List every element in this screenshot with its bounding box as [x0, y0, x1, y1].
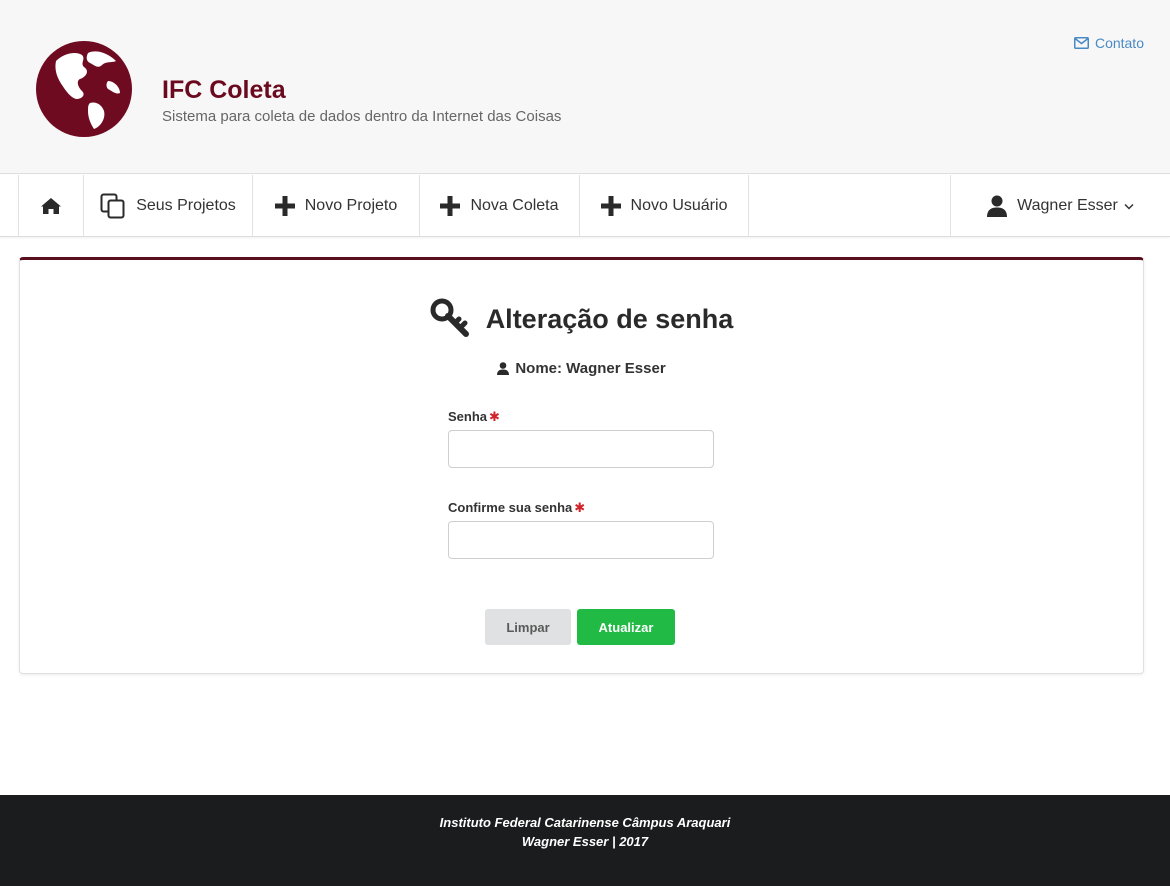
app-title: IFC Coleta: [162, 76, 286, 104]
globe-logo[interactable]: [36, 41, 132, 137]
password-input[interactable]: [448, 430, 714, 468]
copy-icon: [100, 193, 125, 219]
nav-label: Seus Projetos: [136, 197, 236, 214]
required-icon: ✱: [489, 409, 500, 424]
clear-button[interactable]: Limpar: [485, 609, 571, 645]
user-menu[interactable]: Wagner Esser: [950, 175, 1170, 237]
nav-nova-coleta[interactable]: Nova Coleta: [419, 175, 579, 237]
update-button[interactable]: Atualizar: [577, 609, 675, 645]
confirm-password-label: Confirme sua senha ✱: [448, 500, 585, 516]
main-nav: Seus Projetos Novo Projeto Nova Coleta N…: [0, 175, 1170, 237]
nav-label: Novo Usuário: [630, 197, 728, 214]
nav-home[interactable]: [18, 175, 83, 237]
plus-icon: [440, 196, 461, 216]
password-label-text: Senha: [448, 409, 488, 424]
site-footer: Instituto Federal Catarinense Câmpus Ara…: [0, 795, 1170, 886]
plus-icon: [600, 196, 621, 216]
user-icon: [497, 362, 510, 375]
user-icon: [987, 195, 1008, 217]
nav-novo-usuario[interactable]: Novo Usuário: [579, 175, 749, 237]
password-label: Senha ✱: [448, 409, 500, 425]
password-card: Alteração de senha Nome: Wagner Esser Se…: [19, 257, 1144, 674]
confirm-password-input[interactable]: [448, 521, 714, 559]
plus-icon: [274, 196, 295, 216]
envelope-icon: [1073, 37, 1089, 49]
page-title: Alteração de senha: [20, 298, 1143, 340]
page-title-text: Alteração de senha: [485, 303, 734, 334]
required-icon: ✱: [574, 500, 586, 515]
nav-seus-projetos[interactable]: Seus Projetos: [83, 175, 252, 237]
contact-link[interactable]: Contato: [1073, 35, 1144, 51]
footer-credit: Wagner Esser | 2017: [521, 834, 649, 849]
app-subtitle: Sistema para coleta de dados dentro da I…: [162, 108, 562, 125]
user-name-line: Nome: Wagner Esser: [20, 360, 1143, 377]
user-name: Wagner Esser: [1017, 197, 1118, 214]
home-icon: [41, 198, 61, 214]
confirm-label-text: Confirme sua senha: [448, 500, 573, 515]
nav-label: Nova Coleta: [470, 197, 559, 214]
footer-institution: Instituto Federal Catarinense Câmpus Ara…: [439, 815, 731, 830]
nav-novo-projeto[interactable]: Novo Projeto: [252, 175, 419, 237]
key-icon: [430, 298, 469, 337]
user-name-text: Nome: Wagner Esser: [515, 360, 666, 377]
nav-label: Novo Projeto: [304, 197, 398, 214]
chevron-down-icon: [1124, 203, 1134, 210]
contact-label: Contato: [1094, 35, 1144, 51]
site-header: IFC Coleta Sistema para coleta de dados …: [0, 0, 1170, 174]
